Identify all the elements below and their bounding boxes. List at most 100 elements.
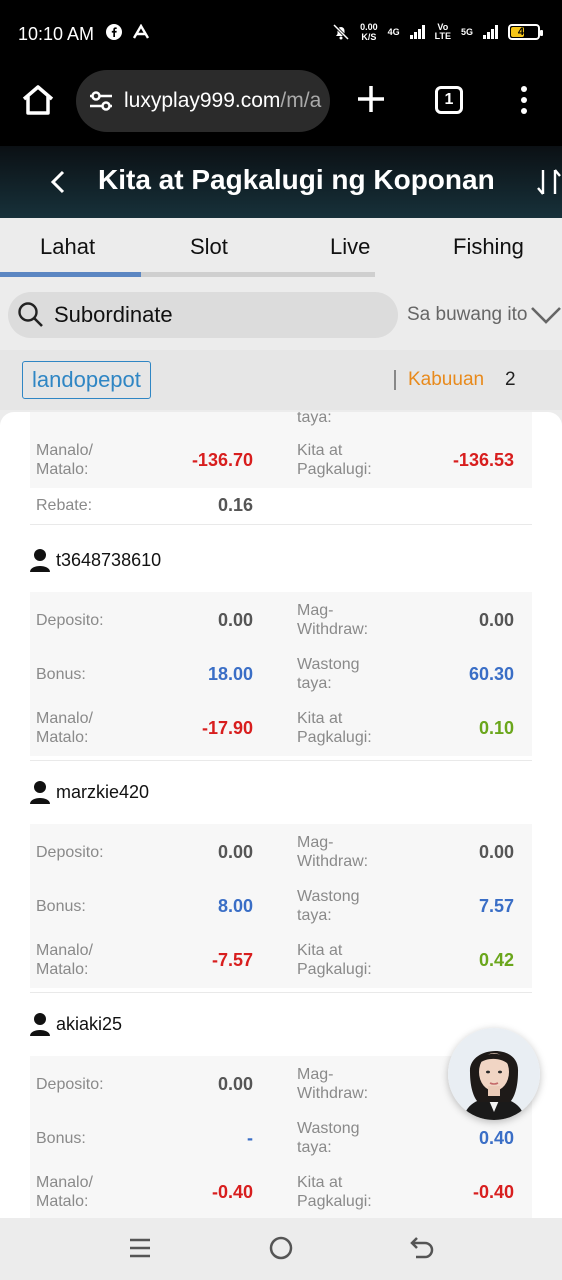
page-title: Kita at Pagkalugi ng Koponan (98, 164, 495, 195)
app-header: Kita at Pagkalugi ng Koponan (0, 146, 562, 218)
manalo-label: Manalo/ Matalo: (36, 1174, 93, 1210)
wastong-value: 0.40 (478, 1128, 514, 1148)
bonus-value: 18.00 (207, 664, 253, 684)
user-icon (30, 781, 50, 804)
home-nav-icon[interactable] (267, 1234, 295, 1262)
wastong-value: 60.30 (468, 664, 514, 684)
period-select[interactable]: Sa buwang ito (407, 304, 527, 326)
manalo-value: -17.90 (201, 718, 253, 738)
support-avatar[interactable] (448, 1028, 540, 1120)
system-nav-bar (0, 1218, 562, 1280)
app-a-icon (132, 24, 150, 39)
facebook-icon (106, 24, 122, 40)
mute-bell-icon (333, 23, 350, 41)
divider (30, 760, 532, 761)
user-icon (30, 549, 50, 572)
deposito-label: Deposito: (36, 612, 104, 629)
search-text: Subordinate (54, 302, 173, 327)
rebate-value: 0.16 (217, 495, 253, 515)
category-tabs: Lahat Slot Live Fishing (0, 218, 562, 280)
agent-chip[interactable]: landopepot (22, 361, 151, 399)
site-settings-icon[interactable] (88, 89, 114, 113)
sort-icon[interactable] (536, 166, 562, 198)
user-icon (30, 1013, 50, 1036)
kita-label: Kita at Pagkalugi: (297, 442, 372, 478)
withdraw-value: 0.00 (478, 842, 514, 862)
deposito-label: Deposito: (36, 1076, 104, 1093)
bonus-label: Bonus: (36, 898, 86, 915)
rebate-label: Rebate: (36, 497, 93, 514)
tab-live[interactable]: Live (330, 234, 370, 260)
signal-icon (409, 25, 425, 39)
manalo-label: Manalo/ Matalo: (36, 710, 93, 746)
tab-active-indicator (0, 272, 141, 277)
bonus-value: 8.00 (217, 896, 253, 916)
status-time: 10:10 AM (18, 24, 95, 44)
new-tab-icon[interactable] (354, 82, 388, 116)
deposito-value: 0.00 (217, 842, 253, 862)
withdraw-label: Mag- Withdraw: (297, 1066, 369, 1102)
wastong-label: Wastong taya: (297, 1120, 360, 1156)
more-menu-icon[interactable] (514, 84, 534, 116)
kita-label: Kita at Pagkalugi: (297, 1174, 372, 1210)
deposito-value: 0.00 (217, 610, 253, 630)
kita-value: -0.40 (472, 1182, 514, 1202)
manalo-label: Manalo/ Matalo: (36, 442, 93, 478)
manalo-label: Manalo/ Matalo: (36, 942, 93, 978)
volte-label: Vo LTE (434, 22, 451, 41)
wastong-label: Wastong taya: (297, 656, 360, 692)
wastong-value: 7.57 (478, 896, 514, 916)
support-avatar-image (448, 1028, 540, 1120)
total-count: 2 (505, 369, 516, 390)
total-label: Kabuuan (408, 369, 485, 390)
manalo-value: -0.40 (211, 1182, 253, 1202)
kita-value: -136.53 (452, 450, 514, 470)
search-input[interactable]: Subordinate (8, 292, 398, 338)
withdraw-value: 0.00 (478, 610, 514, 630)
tech-4g-label: 4G (387, 26, 400, 37)
deposito-label: Deposito: (36, 844, 104, 861)
net-speed: 0.00 K/S (360, 22, 378, 42)
browser-toolbar: luxyplay999.com/m/a 1 (0, 68, 562, 146)
withdraw-label: Mag- Withdraw: (297, 834, 369, 870)
tech-5g-label: 5G (460, 26, 473, 37)
home-icon[interactable] (20, 82, 56, 118)
wastong-label-partial: taya: (297, 412, 332, 426)
filter-row: landopepot Kabuuan 2 (0, 350, 562, 410)
tab-fishing[interactable]: Fishing (453, 234, 524, 260)
search-icon (18, 302, 43, 327)
divider (30, 992, 532, 993)
member-header: marzkie420 (30, 780, 149, 804)
kita-label: Kita at Pagkalugi: (297, 942, 372, 978)
tab-switcher-button[interactable]: 1 (435, 86, 463, 114)
tab-slot[interactable]: Slot (190, 234, 228, 260)
member-name: t3648738610 (56, 549, 162, 570)
manalo-value: -7.57 (211, 950, 253, 970)
member-header: akiaki25 (30, 1012, 122, 1036)
member-name: akiaki25 (56, 1013, 123, 1034)
tab-lahat[interactable]: Lahat (40, 234, 95, 260)
manalo-value: -136.70 (191, 450, 253, 470)
url-text: luxyplay999.com/m/a (124, 89, 322, 112)
kita-value: 0.10 (478, 718, 514, 738)
member-header: t3648738610 (30, 548, 161, 572)
deposito-value: 0.00 (217, 1074, 253, 1094)
signal-icon-2 (483, 25, 498, 39)
bonus-label: Bonus: (36, 666, 86, 683)
member-name: marzkie420 (56, 781, 150, 802)
bonus-label: Bonus: (36, 1130, 86, 1147)
bonus-value: - (247, 1128, 253, 1148)
kita-value: 0.42 (478, 950, 514, 970)
back-arrow-icon[interactable] (46, 168, 70, 196)
wastong-label: Wastong taya: (297, 888, 360, 924)
battery-icon: 46 (508, 24, 543, 40)
chevron-down-icon[interactable] (530, 304, 562, 326)
divider (30, 524, 532, 525)
back-nav-icon[interactable] (408, 1234, 436, 1262)
withdraw-label: Mag- Withdraw: (297, 602, 369, 638)
kita-label: Kita at Pagkalugi: (297, 710, 372, 746)
recent-apps-icon[interactable] (126, 1234, 154, 1262)
status-bar: 10:10 AM 0.00 K/S 4G Vo LTE 5G 46 (0, 0, 562, 68)
search-row: Subordinate Sa buwang ito (0, 280, 562, 350)
url-bar[interactable]: luxyplay999.com/m/a (76, 70, 330, 132)
